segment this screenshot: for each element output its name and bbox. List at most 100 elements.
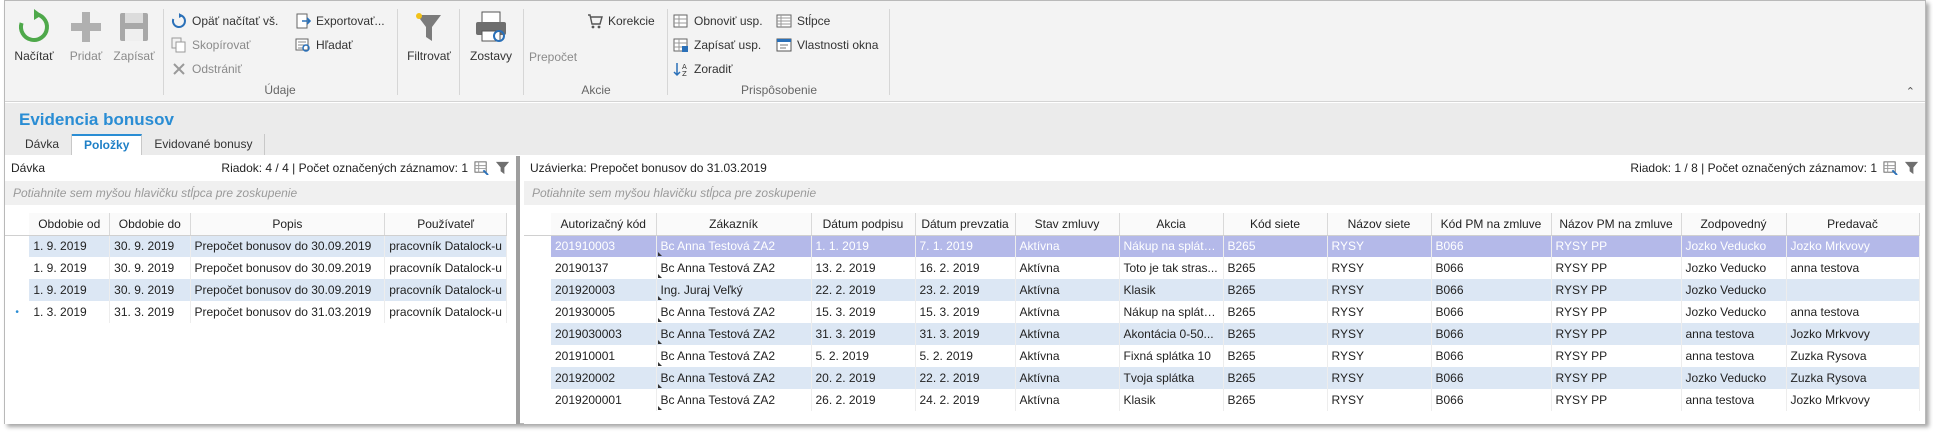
copy-button[interactable]: Skopírovať [171,35,251,55]
load-button[interactable]: Načítať [11,9,57,69]
column-header[interactable]: Názov siete [1327,213,1432,236]
table-cell: Prepočet bonusov do 30.09.2019 [190,257,386,279]
group-by-drop-area[interactable]: Potiahnite sem myšou hlavičku stĺpca pre… [5,181,516,205]
save-button[interactable]: Zapísať [111,9,157,69]
row-indicator [524,323,551,345]
column-header[interactable]: Popis [190,213,386,236]
row-indicator [524,301,551,323]
separator [397,9,398,95]
items-panel: Uzávierka: Prepočet bonusov do 31.03.201… [524,156,1925,424]
table-row-current[interactable]: • 1. 3. 2019 31. 3. 2019 Prepočet bonuso… [5,301,507,323]
table-cell: 31. 3. 2019 [109,301,191,323]
table-cell: Zuzka Rysova [1786,367,1920,389]
table-row[interactable]: 1. 9. 2019 30. 9. 2019 Prepočet bonusov … [5,235,507,257]
column-header[interactable]: Akcia [1119,213,1224,236]
table-cell: B066 [1431,301,1552,323]
export-button[interactable]: Exportovať... [295,11,385,31]
window-properties-button[interactable]: Vlastnosti okna [776,35,878,55]
reports-label: Zostavy [469,49,512,63]
add-label: Pridať [69,49,103,63]
table-cell: RYSY PP [1551,367,1682,389]
grid-settings-icon[interactable] [1883,160,1898,175]
collapse-ribbon-button[interactable]: ⌃ [1906,85,1915,98]
table-cell: 16. 2. 2019 [915,257,1016,279]
tab-evidovane-bonusy[interactable]: Evidované bonusy [142,134,266,155]
table-row[interactable]: 201920003 Ing. Juraj Veľký 22. 2. 2019 2… [524,279,1920,301]
grid-settings-icon[interactable] [474,160,489,175]
row-indicator-header [5,213,30,236]
columns-button[interactable]: Stĺpce [776,11,830,31]
delete-button[interactable]: Odstrániť [171,59,242,79]
row-indicator [524,345,551,367]
filter-icon[interactable] [1904,160,1919,175]
tab-polozky[interactable]: Položky [72,134,143,155]
module-header: Evidencia bonusov Dávka Položky Evidovan… [5,103,1925,155]
table-cell: 201930005 [551,301,657,323]
group-label-data: Údaje [264,83,296,97]
table-cell: 31. 3. 2019 [811,323,916,345]
table-cell: RYSY [1327,301,1432,323]
table-cell: Jozko Veducko [1681,301,1787,323]
column-header[interactable]: Stav zmluvy [1015,213,1120,236]
corrections-button[interactable]: Korekcie [587,11,655,31]
save-layout-button[interactable]: Zapísať usp. [673,35,761,55]
reload-icon [171,13,186,28]
add-button[interactable]: Pridať [63,9,109,69]
table-cell: Tvoja splátka [1119,367,1224,389]
sort-button[interactable]: A Z Zoradiť [673,59,733,79]
table-cell: Bc Anna Testová ZA2 [656,367,812,389]
table-cell: RYSY [1327,235,1432,257]
row-indicator [524,367,551,389]
recalculate-button[interactable]: Prepočet [529,47,577,67]
separator [163,9,164,95]
column-header[interactable]: Zákazník [656,213,812,236]
app-window: Načítať Pridať Zapísať Opäť načítať vš. … [4,0,1926,424]
group-by-drop-area[interactable]: Potiahnite sem myšou hlavičku stĺpca pre… [524,181,1925,205]
table-row[interactable]: 2019030003 Bc Anna Testová ZA2 31. 3. 20… [524,323,1920,345]
column-header[interactable]: Názov PM na zmluve [1551,213,1682,236]
filter-label: Filtrovať [407,49,451,63]
table-cell: RYSY [1327,323,1432,345]
table-cell: RYSY PP [1551,389,1682,411]
reports-button[interactable]: Zostavy [463,9,519,69]
table-cell: 20. 2. 2019 [811,367,916,389]
column-header[interactable]: Používateľ [384,213,507,236]
tab-davka[interactable]: Dávka [13,134,73,155]
table-row[interactable]: 201920002 Bc Anna Testová ZA2 20. 2. 201… [524,367,1920,389]
column-header[interactable]: Dátum podpisu [811,213,916,236]
row-indicator [524,279,551,301]
column-header[interactable]: Kód PM na zmluve [1431,213,1552,236]
restore-layout-button[interactable]: Obnoviť usp. [673,11,763,31]
filter-icon[interactable] [495,160,510,175]
table-row[interactable]: 20190137 Bc Anna Testová ZA2 13. 2. 2019… [524,257,1920,279]
column-header[interactable]: Dátum prevzatia [915,213,1016,236]
table-cell: B066 [1431,367,1552,389]
floppy-disk-icon [120,13,148,41]
batch-panel: Dávka Riadok: 4 / 4 | Počet označených z… [5,156,520,424]
group-label-actions: Akcie [581,83,611,97]
column-header[interactable]: Autorizačný kód [551,213,657,236]
table-row-selected[interactable]: • 201910003 Bc Anna Testová ZA2 1. 1. 20… [524,235,1920,257]
table-row[interactable]: 1. 9. 2019 30. 9. 2019 Prepočet bonusov … [5,257,507,279]
shopping-cart-icon [588,14,603,29]
table-row[interactable]: 1. 9. 2019 30. 9. 2019 Prepočet bonusov … [5,279,507,301]
table-cell: 1. 9. 2019 [29,257,111,279]
find-button[interactable]: Hľadať [295,35,353,55]
table-row[interactable]: 2019200001 Bc Anna Testová ZA2 26. 2. 20… [524,389,1920,411]
reload-all-button[interactable]: Opäť načítať vš. [171,11,278,31]
column-header[interactable]: Predavač [1786,213,1920,236]
table-cell: RYSY [1327,279,1432,301]
table-cell: pracovník Datalock-u [384,301,507,323]
table-cell: RYSY PP [1551,323,1682,345]
table-cell: Bc Anna Testová ZA2 [656,257,812,279]
column-header[interactable]: Kód siete [1223,213,1328,236]
table-row[interactable]: 201910001 Bc Anna Testová ZA2 5. 2. 2019… [524,345,1920,367]
column-header[interactable]: Obdobie od [29,213,111,236]
items-table: Autorizačný kód Zákazník Dátum podpisu D… [524,213,1920,411]
table-cell: 1. 9. 2019 [29,279,111,301]
filter-button[interactable]: Filtrovať [401,9,457,69]
column-header[interactable]: Zodpovedný [1681,213,1787,236]
table-row[interactable]: 201930005 Bc Anna Testová ZA2 15. 3. 201… [524,301,1920,323]
export-icon [296,13,311,29]
column-header[interactable]: Obdobie do [109,213,191,236]
